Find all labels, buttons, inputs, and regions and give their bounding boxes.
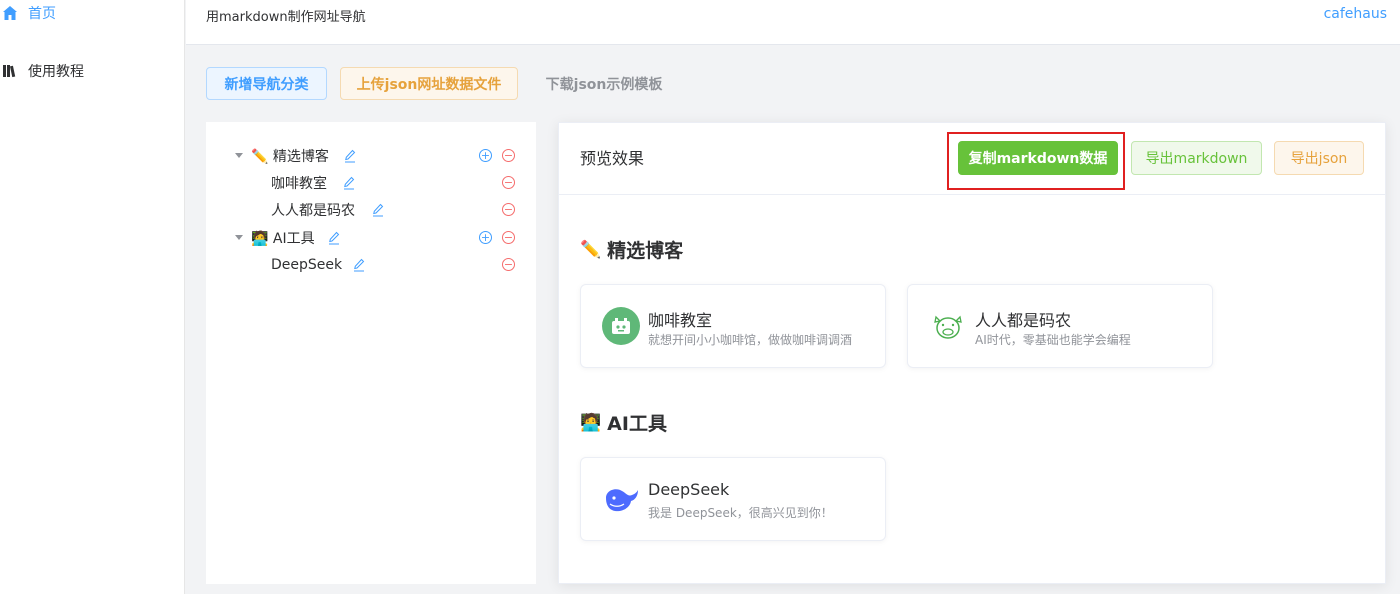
brand-link[interactable]: cafehaus xyxy=(1324,6,1387,22)
tree-node-label: 🧑‍💻 AI工具 xyxy=(251,231,315,247)
caret-down-icon[interactable] xyxy=(235,235,243,240)
book-icon xyxy=(2,63,18,79)
add-child-icon[interactable]: + xyxy=(479,231,492,244)
remove-icon[interactable]: − xyxy=(502,203,515,216)
upload-json-button[interactable]: 上传json网址数据文件 xyxy=(340,67,518,100)
export-markdown-button[interactable]: 导出markdown xyxy=(1131,141,1262,175)
add-child-icon[interactable]: + xyxy=(479,149,492,162)
tree-node-label: DeepSeek xyxy=(271,257,343,273)
edit-icon[interactable] xyxy=(343,176,355,190)
card-description: AI时代，零基础也能学会编程 xyxy=(975,333,1131,347)
sidebar-item-home[interactable]: 首页 xyxy=(0,0,56,28)
tree-node-link[interactable]: DeepSeek − xyxy=(206,252,536,278)
page-title: 用markdown制作网址导航 xyxy=(206,10,366,25)
copy-markdown-button[interactable]: 复制markdown数据 xyxy=(958,141,1118,175)
edit-icon[interactable] xyxy=(372,203,384,217)
tree-node-label: ✏️ 精选博客 xyxy=(251,149,329,165)
caret-down-icon[interactable] xyxy=(235,153,243,158)
card-description: 就想开间小小咖啡馆，做做咖啡调调酒 xyxy=(648,333,853,347)
preview-header: 预览效果 复制markdown数据 导出markdown 导出json xyxy=(559,123,1385,195)
card-title: DeepSeek xyxy=(648,480,730,499)
card-title: 人人都是码农 xyxy=(975,311,1072,330)
tree-node-category[interactable]: 🧑‍💻 AI工具 + − xyxy=(206,225,536,251)
link-card[interactable]: 人人都是码农 AI时代，零基础也能学会编程 xyxy=(907,284,1213,368)
pig-logo-icon xyxy=(929,307,967,345)
card-title: 咖啡教室 xyxy=(648,311,713,330)
section-emoji: ✏️ xyxy=(580,239,602,260)
sidebar: 首页 使用教程 xyxy=(0,0,185,594)
card-description: 我是 DeepSeek，很高兴见到你！ xyxy=(648,506,833,520)
section-title: ✏️ 精选博客 xyxy=(580,236,683,263)
tree-node-category[interactable]: ✏️ 精选博客 + − xyxy=(206,143,536,169)
tree-node-label: 咖啡教室 xyxy=(271,176,327,192)
remove-icon[interactable]: − xyxy=(502,176,515,189)
tree-node-link[interactable]: 人人都是码农 − xyxy=(206,197,536,223)
edit-icon[interactable] xyxy=(353,258,365,272)
sidebar-item-label: 首页 xyxy=(28,6,56,22)
section-title-text: 精选博客 xyxy=(607,240,684,262)
tree-node-label: 人人都是码农 xyxy=(271,203,355,219)
edit-icon[interactable] xyxy=(328,231,340,245)
tree-node-link[interactable]: 咖啡教室 − xyxy=(206,170,536,196)
sidebar-item-tutorial[interactable]: 使用教程 xyxy=(0,56,84,86)
remove-icon[interactable]: − xyxy=(502,231,515,244)
coffee-logo-icon xyxy=(602,307,640,345)
top-header: 用markdown制作网址导航 cafehaus xyxy=(186,0,1400,45)
preview-panel: 预览效果 复制markdown数据 导出markdown 导出json ✏️ 精… xyxy=(558,122,1386,584)
edit-icon[interactable] xyxy=(344,149,356,163)
remove-icon[interactable]: − xyxy=(502,149,515,162)
section-title: 🧑‍💻 AI工具 xyxy=(580,409,667,436)
preview-title: 预览效果 xyxy=(580,149,645,168)
section-emoji: 🧑‍💻 xyxy=(580,412,602,433)
link-card[interactable]: DeepSeek 我是 DeepSeek，很高兴见到你！ xyxy=(580,457,886,541)
add-category-button[interactable]: 新增导航分类 xyxy=(206,67,327,100)
download-template-button[interactable]: 下载json示例模板 xyxy=(536,67,672,100)
category-tree: ✏️ 精选博客 + − 咖啡教室 − 人人都是码农 − 🧑‍💻 AI工具 + −… xyxy=(206,122,536,584)
whale-logo-icon xyxy=(602,480,640,518)
section-title-text: AI工具 xyxy=(607,413,667,435)
home-icon xyxy=(2,5,18,21)
export-json-button[interactable]: 导出json xyxy=(1274,141,1364,175)
link-card[interactable]: 咖啡教室 就想开间小小咖啡馆，做做咖啡调调酒 xyxy=(580,284,886,368)
remove-icon[interactable]: − xyxy=(502,258,515,271)
sidebar-item-label: 使用教程 xyxy=(28,64,84,80)
